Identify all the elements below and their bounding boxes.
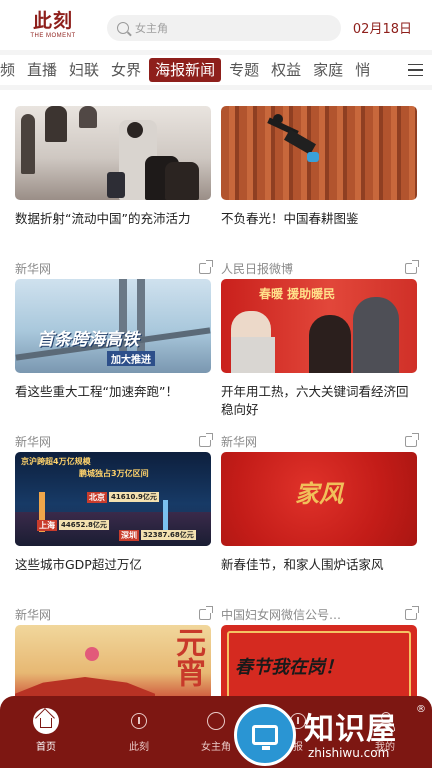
news-title[interactable]: 不负春光！中国春耕图鉴	[221, 210, 417, 248]
news-card[interactable]: 首条跨海高铁 加大推进 看这些重大工程“加速奔跑”！ 新华网	[15, 279, 213, 450]
tab-family[interactable]: 家庭	[307, 55, 349, 85]
menu-icon[interactable]	[398, 55, 432, 85]
watermark-text: 知识屋	[304, 712, 397, 747]
tab-video[interactable]: 频	[0, 55, 21, 85]
news-card[interactable]: 数据折射“流动中国”的充沛活力 新华网	[15, 106, 213, 277]
tab-partial[interactable]: 悄	[349, 55, 376, 85]
share-icon[interactable]	[405, 260, 419, 274]
watermark-url: zhishiwu.com	[308, 746, 390, 760]
news-source: 新华网	[15, 435, 52, 449]
farmer-figure	[284, 129, 316, 155]
share-icon[interactable]	[199, 260, 213, 274]
share-icon[interactable]	[405, 433, 419, 447]
news-thumbnail[interactable]: 春节我在岗！	[221, 625, 417, 705]
news-thumbnail[interactable]: 首条跨海高铁 加大推进	[15, 279, 211, 373]
bucket-figure	[307, 152, 319, 162]
news-meta: 中国妇女网微信公号…	[221, 606, 419, 623]
nav-label: 此刻	[129, 742, 149, 753]
news-card[interactable]: 不负春光！中国春耕图鉴 人民日报微博	[221, 106, 419, 277]
site-watermark: 知识屋 ® zhishiwu.com	[234, 700, 432, 768]
news-meta: 新华网	[221, 433, 419, 450]
tab-womens-federation[interactable]: 妇联	[63, 55, 105, 85]
news-thumbnail[interactable]	[221, 106, 417, 200]
poster-feed: 数据折射“流动中国”的充沛活力 新华网 不负春光！中国春耕图鉴 人民日报微博 首…	[0, 90, 432, 768]
top-header: 此刻 THE MOMENT 02月18日	[0, 0, 432, 50]
thumb-calligraphy: 家风	[295, 479, 343, 508]
news-meta: 新华网	[15, 606, 213, 623]
city-label: 深圳	[119, 530, 139, 541]
search-input[interactable]	[135, 21, 315, 35]
news-card[interactable]: 春节我在岗！	[221, 625, 417, 705]
logo-main-text: 此刻	[32, 10, 73, 32]
news-title[interactable]: 这些城市GDP超过万亿	[15, 556, 211, 594]
registered-mark: ®	[416, 704, 426, 715]
monitor-icon	[234, 704, 296, 766]
moment-icon	[126, 708, 152, 734]
news-thumbnail[interactable]: 家风	[221, 452, 417, 546]
news-card[interactable]: 元宵	[15, 625, 211, 705]
news-title[interactable]: 新春佳节，和家人围炉话家风	[221, 556, 417, 594]
thumb-headline: 首条跨海高铁	[37, 330, 139, 350]
tab-live[interactable]: 直播	[21, 55, 63, 85]
home-icon	[33, 708, 59, 734]
tab-poster-news[interactable]: 海报新闻	[149, 58, 222, 82]
news-thumbnail[interactable]: 京沪跨超4万亿规模 鹏城独占3万亿区间 北京 41610.9亿元 上海 4465…	[15, 452, 211, 546]
news-meta: 新华网	[15, 260, 213, 277]
gdp-value: 41610.9亿元	[109, 492, 159, 502]
nav-label: 首页	[36, 742, 56, 753]
news-source: 新华网	[15, 608, 52, 622]
current-date: 02月18日	[352, 22, 412, 37]
app-screen: 此刻 THE MOMENT 02月18日 频 直播 妇联 女界 海报新闻 专题 …	[0, 0, 432, 768]
gdp-value: 44652.8亿元	[59, 520, 109, 530]
news-meta: 人民日报微博	[221, 260, 419, 277]
thumb-headline: 元宵	[170, 627, 205, 687]
thumb-banner: 春暖 援助暖民	[259, 287, 336, 301]
news-title[interactable]: 看这些重大工程“加速奔跑”！	[15, 383, 211, 421]
news-source: 新华网	[221, 435, 258, 449]
person-figure	[353, 297, 399, 373]
news-title[interactable]: 开年用工热，六大关键词看经济回稳向好	[221, 383, 417, 421]
share-icon[interactable]	[199, 433, 213, 447]
search-icon	[117, 22, 129, 34]
news-source: 人民日报微博	[221, 262, 294, 276]
news-title[interactable]: 数据折射“流动中国”的充沛活力	[15, 210, 211, 248]
tab-women-world[interactable]: 女界	[105, 55, 147, 85]
tab-row: 频 直播 妇联 女界 海报新闻 专题 权益 家庭 悄	[0, 55, 376, 85]
share-icon[interactable]	[199, 606, 213, 620]
lantern-figure	[85, 647, 99, 661]
tab-special[interactable]: 专题	[223, 55, 265, 85]
heroine-icon	[203, 708, 229, 734]
city-label: 上海	[37, 520, 57, 531]
thumb-headline: 春节我在岗！	[235, 657, 343, 678]
news-meta: 新华网	[15, 433, 213, 450]
nav-moment[interactable]: 此刻	[109, 708, 169, 753]
share-icon[interactable]	[405, 606, 419, 620]
news-card[interactable]: 京沪跨超4万亿规模 鹏城独占3万亿区间 北京 41610.9亿元 上海 4465…	[15, 452, 213, 623]
app-logo[interactable]: 此刻 THE MOMENT	[30, 10, 76, 40]
news-thumbnail[interactable]	[15, 106, 211, 200]
tower-figure	[163, 500, 168, 532]
gdp-value: 32387.68亿元	[141, 530, 196, 540]
search-bar[interactable]	[107, 15, 341, 41]
logo-sub-text: THE MOMENT	[30, 33, 76, 39]
tab-rights[interactable]: 权益	[265, 55, 307, 85]
news-source: 中国妇女网微信公号…	[221, 608, 342, 622]
news-thumbnail[interactable]: 春暖 援助暖民	[221, 279, 417, 373]
nav-home[interactable]: 首页	[16, 708, 76, 753]
person-figure	[231, 337, 275, 373]
thumb-line-1: 京沪跨超4万亿规模	[21, 457, 91, 466]
news-source: 新华网	[15, 262, 52, 276]
category-tabs: 频 直播 妇联 女界 海报新闻 专题 权益 家庭 悄	[0, 55, 432, 85]
news-card[interactable]: 春暖 援助暖民 开年用工热，六大关键词看经济回稳向好 新华网	[221, 279, 419, 450]
city-label: 北京	[87, 492, 107, 503]
thumb-subheadline: 加大推进	[107, 351, 155, 366]
person-figure	[309, 315, 351, 373]
news-card[interactable]: 家风 新春佳节，和家人围炉话家风 中国妇女网微信公号…	[221, 452, 419, 623]
news-thumbnail[interactable]: 元宵	[15, 625, 211, 705]
thumb-line-2: 鹏城独占3万亿区间	[79, 469, 149, 478]
